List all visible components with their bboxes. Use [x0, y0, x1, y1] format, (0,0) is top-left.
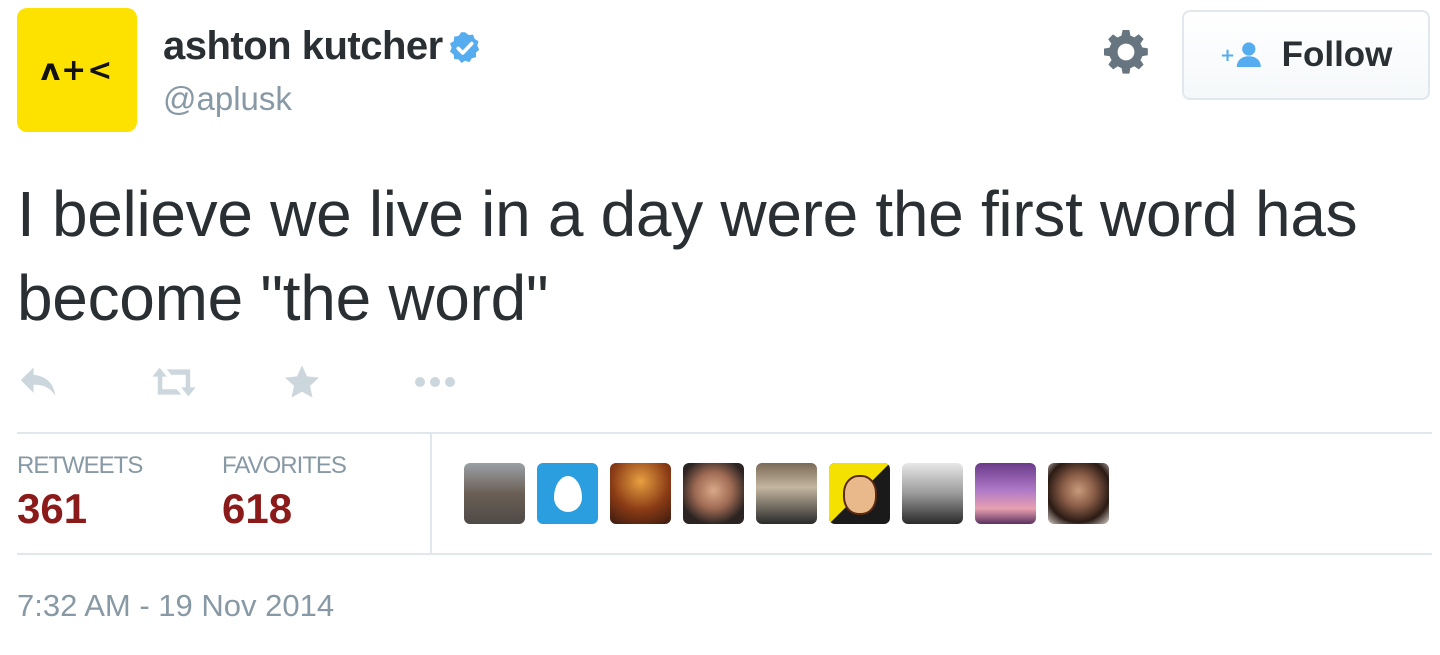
avatar[interactable]: ʌ+< — [17, 8, 137, 132]
favoriter-avatar[interactable] — [902, 463, 963, 524]
favoriter-avatar[interactable] — [975, 463, 1036, 524]
gear-icon[interactable] — [1102, 28, 1150, 76]
divider — [17, 553, 1432, 555]
divider — [17, 432, 1432, 434]
svg-text:+: + — [1220, 45, 1235, 66]
default-egg-icon — [553, 475, 582, 512]
avatar-logo-text: ʌ+< — [40, 52, 114, 88]
reply-icon[interactable] — [17, 362, 61, 402]
display-name[interactable]: ashton kutcher — [163, 24, 443, 69]
favoriter-avatar[interactable] — [537, 463, 598, 524]
stats-vertical-divider — [430, 434, 432, 553]
add-user-icon: + — [1220, 42, 1261, 67]
favoriter-avatar[interactable] — [683, 463, 744, 524]
favorites-count: 618 — [222, 485, 293, 532]
tweet-timestamp[interactable]: 7:32 AM - 19 Nov 2014 — [17, 588, 334, 624]
favoriter-avatar[interactable] — [1048, 463, 1109, 524]
favoriter-avatars — [464, 463, 1109, 524]
follow-button[interactable]: + Follow — [1182, 10, 1430, 100]
favoriter-avatar[interactable] — [756, 463, 817, 524]
more-options-icon[interactable] — [410, 362, 460, 402]
retweets-count: 361 — [17, 485, 88, 532]
user-handle[interactable]: @aplusk — [163, 80, 292, 118]
favorites-label: FAVORITES — [222, 452, 347, 479]
follow-label: Follow — [1281, 35, 1393, 74]
favoriter-avatar[interactable] — [610, 463, 671, 524]
retweet-icon[interactable] — [147, 362, 201, 402]
favoriter-avatar[interactable] — [464, 463, 525, 524]
retweets-label: RETWEETS — [17, 452, 143, 479]
favorites-stat[interactable]: FAVORITES 618 — [222, 452, 347, 534]
tweet-text: I believe we live in a day were the firs… — [17, 178, 1358, 334]
verified-badge-icon — [449, 31, 479, 63]
name-row: ashton kutcher — [163, 24, 483, 69]
favoriter-avatar[interactable] — [829, 463, 890, 524]
retweets-stat[interactable]: RETWEETS 361 — [17, 452, 143, 534]
favorite-star-icon[interactable] — [282, 362, 322, 402]
